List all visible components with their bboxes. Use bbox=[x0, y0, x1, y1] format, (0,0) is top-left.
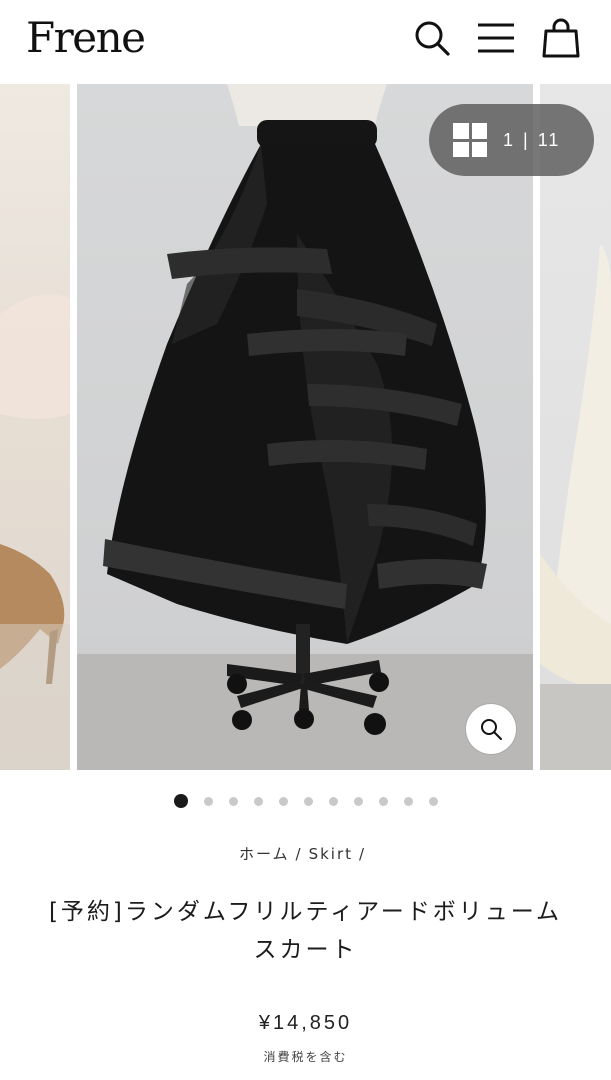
magnifier-icon bbox=[481, 719, 502, 740]
tax-note: 消費税を含む bbox=[263, 1050, 348, 1064]
breadcrumb-separator: / bbox=[295, 845, 303, 863]
gallery-counter[interactable]: 1 | 11 bbox=[429, 104, 594, 176]
breadcrumb-home-link[interactable]: ホーム bbox=[239, 845, 290, 863]
brand-logo[interactable]: Frene bbox=[26, 10, 146, 66]
shopping-bag-icon bbox=[542, 18, 580, 58]
main-product-image[interactable] bbox=[77, 84, 533, 770]
product-title: [予約]ランダムフリルティアードボリューム スカート bbox=[30, 893, 581, 969]
menu-button[interactable] bbox=[472, 14, 520, 62]
current-image-number: 1 bbox=[503, 129, 516, 150]
pagination-dot[interactable] bbox=[204, 797, 213, 806]
counter-separator: | bbox=[523, 129, 530, 150]
pagination-dot[interactable] bbox=[254, 797, 263, 806]
gallery-pagination bbox=[0, 794, 611, 808]
previous-product-image[interactable] bbox=[0, 84, 70, 770]
breadcrumb-category-link[interactable]: Skirt bbox=[309, 845, 353, 863]
pagination-dot[interactable] bbox=[379, 797, 388, 806]
pagination-dot-active[interactable] bbox=[174, 794, 188, 808]
site-header: Frene bbox=[0, 0, 611, 80]
pagination-dot[interactable] bbox=[279, 797, 288, 806]
grid-view-icon bbox=[453, 123, 487, 157]
product-title-line: スカート bbox=[253, 937, 358, 963]
pagination-dot[interactable] bbox=[354, 797, 363, 806]
pagination-dot[interactable] bbox=[304, 797, 313, 806]
product-price: ¥14,850 bbox=[258, 1012, 353, 1034]
tulle-skirt-image bbox=[77, 84, 533, 770]
pagination-dot[interactable] bbox=[429, 797, 438, 806]
menu-icon bbox=[478, 23, 514, 53]
pagination-dot[interactable] bbox=[404, 797, 413, 806]
zoom-button[interactable] bbox=[466, 704, 516, 754]
image-counter-text: 1 | 11 bbox=[503, 130, 560, 151]
product-title-line: [予約]ランダムフリルティアードボリューム bbox=[48, 899, 563, 925]
search-icon bbox=[415, 21, 450, 56]
cream-skirt-image bbox=[540, 244, 611, 770]
search-button[interactable] bbox=[408, 14, 456, 62]
product-image-gallery[interactable]: 1 | 11 bbox=[0, 84, 611, 770]
next-product-image[interactable] bbox=[540, 84, 611, 770]
cart-button[interactable] bbox=[537, 14, 585, 62]
breadcrumb-separator: / bbox=[359, 845, 367, 863]
pagination-dot[interactable] bbox=[229, 797, 238, 806]
shoe-image bbox=[0, 294, 70, 770]
breadcrumb: ホーム / Skirt / bbox=[0, 843, 611, 864]
pagination-dot[interactable] bbox=[329, 797, 338, 806]
total-image-count: 11 bbox=[537, 129, 561, 150]
